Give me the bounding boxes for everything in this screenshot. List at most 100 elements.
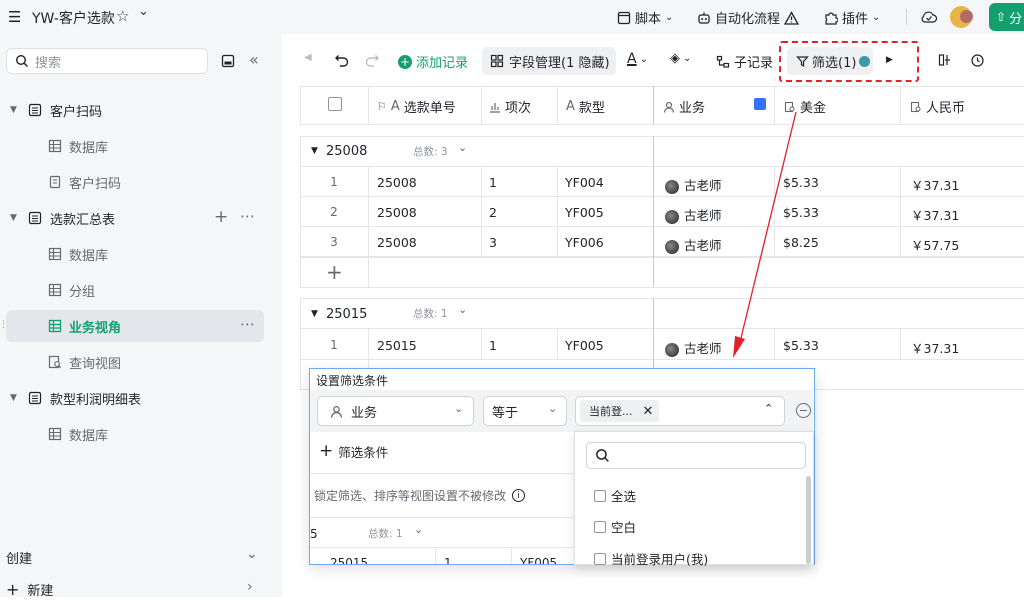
cell-rmb[interactable]: ￥37.31	[911, 338, 959, 357]
star-icon[interactable]: ☆	[116, 7, 129, 25]
collaborator-avatar[interactable]	[960, 10, 973, 23]
sidebar-layout-icon[interactable]	[221, 54, 235, 68]
more-icon[interactable]: ⋯	[240, 207, 255, 225]
child-record-button[interactable]: 子记录	[716, 52, 773, 71]
add-icon[interactable]: +	[214, 207, 228, 227]
title-chevron-down-icon[interactable]: ⌄	[138, 4, 149, 19]
sidebar-item-customer-scan[interactable]: ▼ 客户扫码	[6, 94, 264, 126]
cell-business[interactable]: 古老师	[665, 235, 722, 254]
play-more-icon[interactable]: ▶	[886, 55, 893, 65]
cell-rmb[interactable]: ￥37.31	[911, 175, 959, 194]
column-header-business[interactable]: 业务	[663, 97, 705, 116]
sidebar-item-profit-detail[interactable]: ▼ 款型利润明细表	[6, 382, 264, 414]
expand-arrow-icon[interactable]: ▼	[10, 393, 24, 403]
sidebar-item-business-view[interactable]: ⋮ 业务视角 ⋯	[0, 310, 264, 342]
checkbox[interactable]	[594, 553, 606, 565]
layout-panel-icon[interactable]	[938, 53, 952, 67]
sidebar-item-database-3[interactable]: 数据库	[6, 418, 264, 450]
info-icon[interactable]: i	[512, 489, 526, 502]
group-count-chevron-icon[interactable]: ⌄	[458, 303, 467, 316]
automation-menu[interactable]: 自动化流程	[697, 8, 800, 27]
column-header-order-id[interactable]: ⚐ A 选款单号	[377, 97, 456, 116]
expand-left-icon[interactable]: ◀	[304, 52, 312, 63]
document-title[interactable]: YW-客户选款	[32, 8, 115, 28]
cell-business[interactable]: 古老师	[665, 338, 722, 357]
add-record-button[interactable]: + 添加记录	[398, 52, 468, 71]
column-header-item[interactable]: 项次	[489, 97, 531, 116]
cell-rmb[interactable]: ￥57.75	[911, 235, 959, 254]
column-menu-icon[interactable]	[754, 98, 766, 110]
sidebar-item-database-2[interactable]: 数据库	[6, 238, 264, 270]
fill-color-button[interactable]: ◈ ⌄	[670, 51, 691, 66]
sidebar-item-form[interactable]: 客户扫码	[6, 166, 264, 198]
column-header-label: 款型	[578, 101, 605, 116]
cell-order-id[interactable]: 25008	[377, 175, 417, 190]
column-header-usd[interactable]: 美金	[784, 97, 826, 116]
select-all-checkbox[interactable]	[328, 97, 342, 111]
cell-order-id[interactable]: 25015	[377, 338, 417, 353]
chevron-right-icon[interactable]: ›	[247, 579, 253, 595]
remove-condition-icon[interactable]	[796, 403, 811, 418]
text-color-button[interactable]: A ⌄	[627, 51, 648, 67]
sidebar-item-group[interactable]: 分组	[6, 274, 264, 306]
sidebar-item-query-view[interactable]: 查询视图	[6, 346, 264, 378]
collapse-sidebar-icon[interactable]: «	[249, 50, 259, 69]
cell-rmb[interactable]: ￥37.31	[911, 205, 959, 224]
cell-style[interactable]: YF005	[565, 205, 604, 220]
add-filter-condition-button[interactable]: + 筛选条件	[319, 441, 388, 461]
cell-business[interactable]: 古老师	[665, 175, 722, 194]
undo-icon[interactable]	[334, 53, 350, 67]
cell-order-id[interactable]: 25008	[377, 235, 417, 250]
remove-tag-icon[interactable]: ✕	[643, 404, 654, 419]
cell-usd[interactable]: $8.25	[783, 235, 819, 250]
chevron-down-icon[interactable]: ⌄	[246, 546, 258, 562]
group-collapse-icon[interactable]: ▼	[311, 309, 318, 319]
cell-style[interactable]: YF004	[565, 175, 604, 190]
share-button[interactable]: ⇧ 分	[989, 3, 1024, 31]
sidebar-item-database[interactable]: 数据库	[6, 130, 264, 162]
cell-item[interactable]: 1	[489, 338, 497, 353]
cell-business[interactable]: 古老师	[665, 205, 722, 224]
column-header-style[interactable]: A 款型	[566, 97, 605, 116]
freeze-divider	[653, 86, 654, 124]
plugin-menu[interactable]: 插件 ⌄	[824, 8, 880, 27]
checkbox[interactable]	[594, 490, 606, 502]
cell-item[interactable]: 2	[489, 205, 497, 220]
cloud-sync-icon[interactable]	[920, 9, 938, 25]
script-menu[interactable]: 脚本 ⌄	[617, 8, 673, 27]
redo-icon[interactable]	[364, 53, 380, 67]
dropdown-search-input[interactable]	[586, 442, 806, 469]
option-current-user[interactable]: 当前登录用户(我)	[594, 549, 708, 568]
cell-style[interactable]: YF006	[565, 235, 604, 250]
expand-arrow-icon[interactable]: ▼	[10, 213, 24, 223]
cell-usd[interactable]: $5.33	[783, 338, 819, 353]
group-count-chevron-icon[interactable]: ⌄	[458, 141, 467, 154]
sidebar-item-label: 业务视角	[69, 320, 122, 336]
option-select-all[interactable]: 全选	[594, 486, 636, 505]
filter-value-tag[interactable]: 当前登... ✕	[580, 400, 660, 422]
cell-order-id[interactable]: 25008	[377, 205, 417, 220]
expand-arrow-icon[interactable]: ▼	[10, 105, 24, 115]
dropdown-scrollbar[interactable]	[806, 476, 811, 564]
cell-usd[interactable]: $5.33	[783, 175, 819, 190]
history-icon[interactable]	[970, 53, 986, 69]
checkbox[interactable]	[594, 521, 606, 533]
filter-value-select[interactable]: 当前登... ✕ ⌃	[575, 396, 785, 426]
cell-style[interactable]: YF005	[565, 338, 604, 353]
menu-icon[interactable]: ☰	[8, 8, 21, 26]
cell-item[interactable]: 3	[489, 235, 497, 250]
search-input[interactable]: 搜索	[6, 48, 208, 74]
group-collapse-icon[interactable]: ▼	[311, 146, 318, 156]
sidebar-item-summary[interactable]: ▼ 选款汇总表 + ⋯	[6, 202, 264, 234]
filter-field-select[interactable]: 业务 ⌄	[317, 396, 474, 426]
cell-usd[interactable]: $5.33	[783, 205, 819, 220]
cell-item[interactable]: 1	[489, 175, 497, 190]
more-icon[interactable]: ⋯	[240, 315, 255, 333]
drag-handle-icon[interactable]: ⋮	[0, 320, 8, 330]
filter-operator-select[interactable]: 等于 ⌄	[483, 396, 567, 426]
field-management-button[interactable]: 字段管理(1 隐藏)	[482, 47, 616, 75]
create-section[interactable]: 创建 ⌄	[6, 546, 264, 568]
option-empty[interactable]: 空白	[594, 517, 636, 536]
column-header-rmb[interactable]: 人民币	[910, 97, 965, 116]
add-row-icon[interactable]: +	[326, 260, 343, 284]
